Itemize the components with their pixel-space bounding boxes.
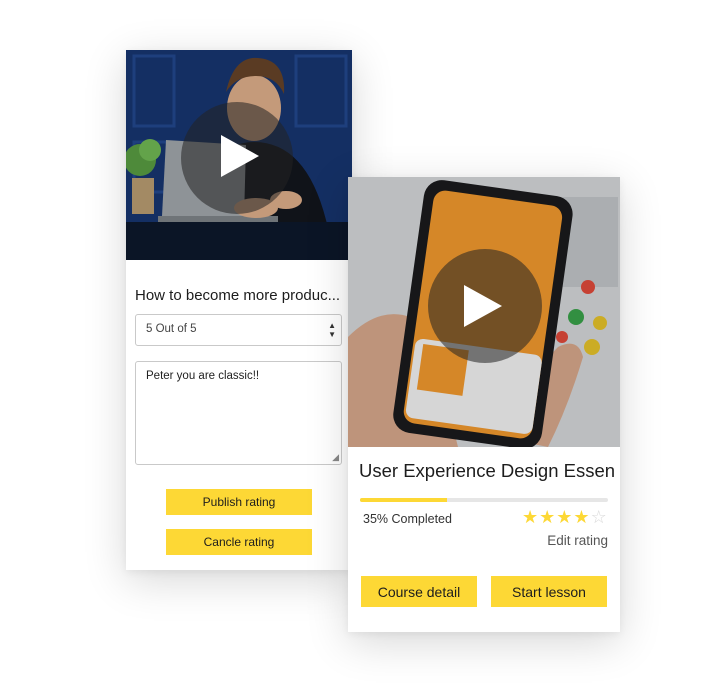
progress-bar	[360, 498, 608, 502]
course-card-right: User Experience Design Essen.. 35% Compl…	[348, 177, 620, 632]
progress-label: 35% Completed	[363, 512, 452, 526]
progress-bar-fill	[360, 498, 447, 502]
rating-select-value: 5 Out of 5	[146, 323, 197, 335]
video-thumbnail[interactable]	[126, 50, 352, 260]
play-icon[interactable]	[221, 135, 259, 177]
star-icon[interactable]: ★	[522, 507, 539, 527]
video-thumbnail[interactable]	[348, 177, 620, 447]
start-lesson-button[interactable]: Start lesson	[491, 576, 607, 607]
resize-handle-icon[interactable]: ◢	[332, 452, 339, 463]
star-icon[interactable]: ☆	[591, 507, 608, 527]
course-title: How to become more produc...	[135, 287, 341, 304]
comment-text: Peter you are classic!!	[146, 370, 260, 382]
star-icon[interactable]: ★	[573, 507, 590, 527]
select-arrows-icon: ▲ ▼	[328, 321, 336, 339]
course-card-left: How to become more produc... 5 Out of 5 …	[126, 50, 352, 570]
course-detail-button[interactable]: Course detail	[361, 576, 477, 607]
cancel-rating-button[interactable]: Cancle rating	[166, 529, 312, 555]
rating-select[interactable]: 5 Out of 5 ▲ ▼	[135, 314, 342, 346]
star-icon[interactable]: ★	[556, 507, 573, 527]
course-title: User Experience Design Essen..	[359, 460, 614, 481]
star-icon[interactable]: ★	[539, 507, 556, 527]
publish-rating-button[interactable]: Publish rating	[166, 489, 312, 515]
edit-rating-link[interactable]: Edit rating	[547, 533, 608, 548]
play-icon[interactable]	[464, 285, 502, 327]
comment-textarea[interactable]: Peter you are classic!! ◢	[135, 361, 342, 465]
rating-stars: ★★★★☆	[522, 507, 608, 528]
